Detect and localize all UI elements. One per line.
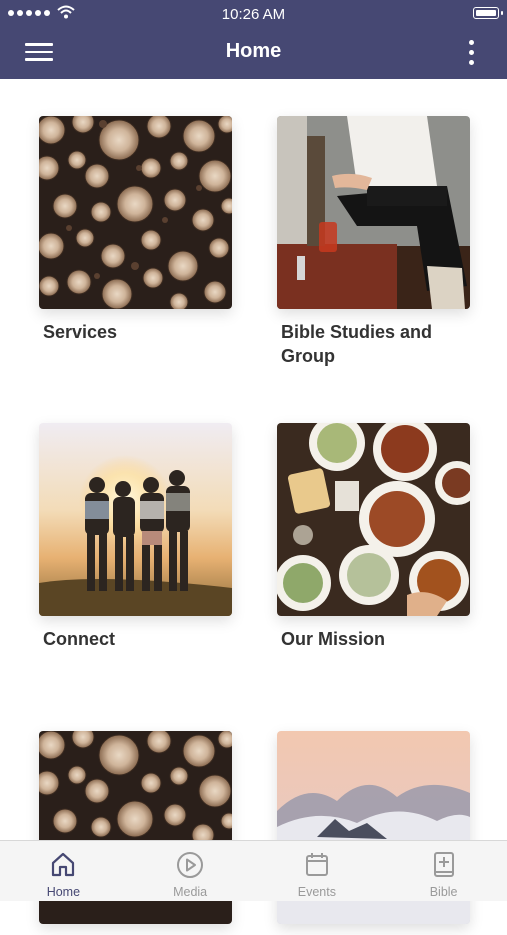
- connect-image: [39, 423, 232, 616]
- tile-bible-studies[interactable]: Bible Studies and Group: [277, 116, 470, 368]
- tile-item[interactable]: [39, 731, 232, 935]
- tile-label: Services: [43, 322, 118, 342]
- status-bar: 10:26 AM: [0, 0, 507, 28]
- tab-home[interactable]: Home: [0, 841, 127, 901]
- tile-label: Bible Studies and Group: [281, 322, 433, 366]
- tab-label: Bible: [429, 885, 458, 899]
- tab-bar: Home Media Events Bible: [0, 840, 507, 901]
- tile-connect[interactable]: Connect: [39, 423, 232, 651]
- battery-icon: [473, 7, 503, 19]
- tab-label: Events: [297, 885, 336, 899]
- status-time: 10:26 AM: [221, 6, 286, 23]
- page-title: Home: [225, 40, 282, 62]
- play-circle-icon: [177, 852, 204, 878]
- tile-services[interactable]: Services: [39, 116, 232, 344]
- house-icon: [52, 852, 75, 877]
- tab-label: Media: [173, 885, 208, 899]
- tile-our-mission[interactable]: Our Mission: [277, 423, 470, 651]
- tab-label: Home: [46, 885, 81, 899]
- app-header: 10:26 AM Home: [0, 0, 507, 79]
- bible-studies-image: [277, 116, 470, 309]
- tile-label: Our Mission: [281, 629, 386, 649]
- tab-media[interactable]: Media: [127, 841, 254, 901]
- calendar-icon: [305, 853, 328, 876]
- tile-item[interactable]: [277, 731, 470, 935]
- tab-events[interactable]: Events: [254, 841, 381, 901]
- tile-label: Connect: [43, 629, 115, 649]
- services-image: [39, 116, 232, 309]
- our-mission-image: [277, 423, 470, 616]
- more-options-icon[interactable]: [469, 40, 475, 66]
- bible-plus-icon: [433, 852, 454, 877]
- tab-bible[interactable]: Bible: [380, 841, 507, 901]
